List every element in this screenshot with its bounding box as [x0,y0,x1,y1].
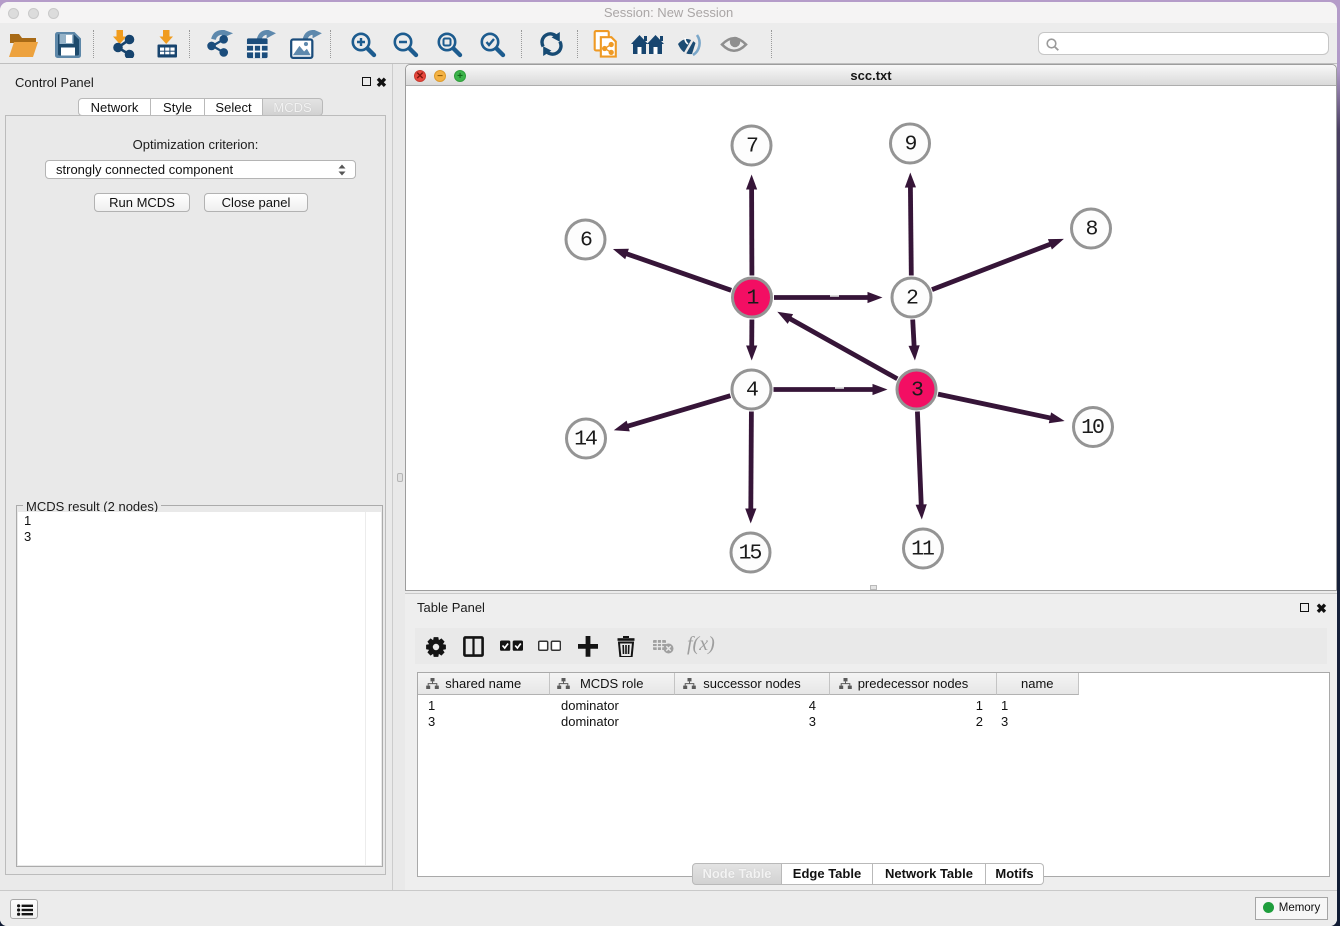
svg-text:15: 15 [739,542,762,566]
svg-text:7: 7 [746,135,758,159]
svg-text:3: 3 [911,379,923,403]
svg-text:9: 9 [905,133,917,157]
svg-text:14: 14 [574,428,597,452]
svg-text:8: 8 [1086,218,1098,242]
svg-text:11: 11 [911,538,934,562]
svg-text:2: 2 [906,287,918,311]
svg-text:6: 6 [580,229,592,253]
svg-text:1: 1 [747,287,759,311]
svg-text:10: 10 [1081,416,1104,440]
svg-text:4: 4 [746,379,758,403]
